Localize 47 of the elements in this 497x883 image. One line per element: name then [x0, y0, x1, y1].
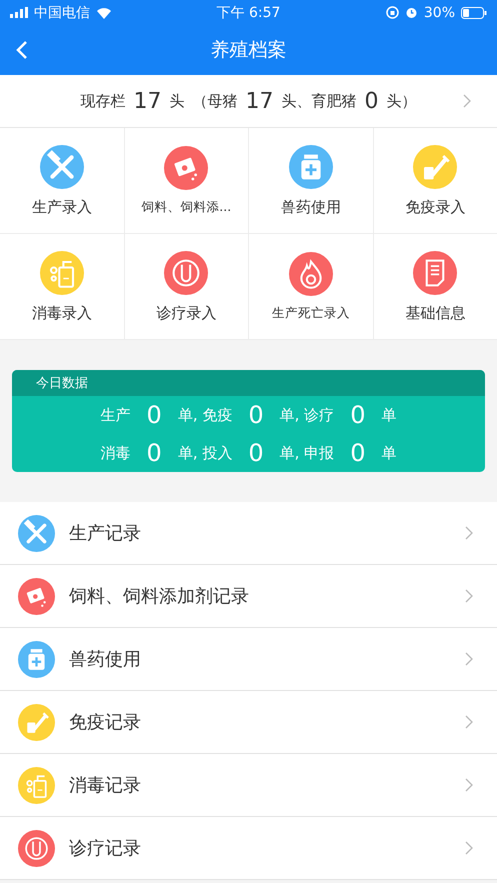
grid-menu-item[interactable]: 消毒录入 [0, 234, 124, 339]
count-value: 17 [246, 88, 274, 114]
page-title: 养殖档案 [210, 38, 286, 63]
count-value: 0 [146, 439, 162, 467]
count-value: 0 [146, 401, 162, 429]
count-label: 生产 [100, 406, 131, 424]
count-value: 0 [248, 401, 264, 429]
signal-icon [10, 7, 28, 18]
count-value: 0 [350, 401, 366, 429]
count-value: 17 [134, 88, 162, 114]
chevron-right-icon [465, 652, 473, 666]
count-label: 单 [381, 444, 396, 462]
count-label: 单, 免疫 [178, 406, 232, 424]
count-value: 0 [248, 439, 264, 467]
chevron-right-icon [465, 526, 473, 540]
chevron-right-icon [465, 715, 473, 729]
count-label: （母猪 [192, 92, 238, 110]
card-title: 今日数据 [36, 375, 88, 392]
alarm-icon [404, 6, 418, 19]
count-label: 头） [386, 92, 416, 110]
battery-percent: 30% [424, 4, 455, 20]
carrier-name: 中国电信 [34, 4, 90, 22]
count-label: 单, 投入 [178, 444, 232, 462]
count-label: 头 [170, 92, 184, 110]
battery-icon [461, 6, 487, 18]
count-value: 0 [364, 88, 378, 114]
count-label: 单 [381, 406, 396, 424]
chevron-right-icon [463, 94, 471, 108]
count-label: 消毒 [100, 444, 131, 462]
count-label: 单, 诊疗 [280, 406, 334, 424]
count-label: 头、育肥猪 [282, 92, 356, 110]
clock-time: 下午 6:57 [216, 4, 280, 20]
chevron-right-icon [465, 589, 473, 603]
chevron-right-icon [465, 778, 473, 792]
grid-menu-item[interactable]: 饲料、饲料添... [124, 128, 248, 233]
count-value: 0 [350, 439, 366, 467]
wifi-icon [96, 6, 112, 18]
count-label: 单, 申报 [280, 444, 334, 462]
grid-menu-item[interactable]: 生产录入 [0, 128, 124, 233]
grid-menu-item[interactable]: 生产死亡录入 [249, 234, 372, 339]
grid-menu-item[interactable]: 基础信息 [374, 234, 497, 339]
grid-menu-item[interactable]: 兽药使用 [249, 128, 372, 233]
grid-menu-item[interactable]: 免疫录入 [374, 128, 497, 233]
chevron-right-icon [465, 841, 473, 855]
count-label: 现存栏 [80, 92, 126, 110]
lock-rotation-icon [386, 6, 399, 19]
grid-menu-item[interactable]: 诊疗录入 [124, 234, 248, 339]
